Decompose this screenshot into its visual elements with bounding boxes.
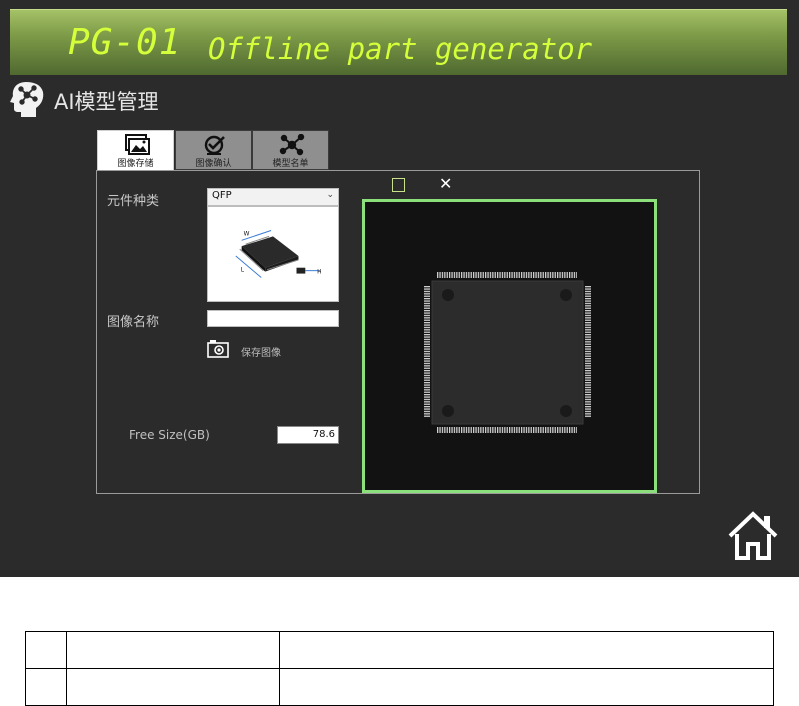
select-square-icon[interactable] [392, 178, 405, 192]
close-icon[interactable]: ✕ [439, 174, 452, 193]
app-window: PG-01 Offline part generator AI模型管理 图像存储… [0, 0, 799, 577]
table-cell [25, 631, 67, 669]
table-cell [279, 668, 774, 706]
component-preview: W L H [207, 206, 339, 302]
title-banner: PG-01 Offline part generator [10, 9, 787, 75]
component-type-select[interactable]: QFP ⌄ [207, 188, 339, 206]
section-title: AI模型管理 [54, 90, 159, 114]
image-icon [125, 134, 150, 155]
component-type-value: QFP [212, 190, 232, 201]
table-row [25, 668, 774, 706]
network-icon [279, 134, 305, 156]
free-size-label: Free Size(GB) [129, 428, 210, 442]
tab-image-storage[interactable]: 图像存储 [97, 130, 174, 171]
brain-head-icon [10, 82, 44, 117]
tab-model-list[interactable]: 模型名单 [252, 130, 329, 170]
table-cell [279, 631, 774, 669]
qfp-chip-illustration: W L H [235, 230, 321, 278]
image-name-label: 图像名称 [107, 315, 160, 330]
save-image-button[interactable]: 保存图像 [241, 344, 281, 359]
check-icon [204, 135, 225, 155]
preview-label-h: H [317, 270, 321, 276]
camera-image-view[interactable] [362, 199, 657, 493]
tab-label: 图像存储 [117, 159, 154, 169]
chevron-down-icon: ⌄ [326, 190, 334, 200]
table-cell [66, 668, 280, 706]
preview-label-w: W [244, 231, 250, 237]
component-type-label: 元件种类 [107, 194, 160, 209]
qfp-camera-image [365, 202, 654, 490]
camera-icon[interactable] [207, 339, 229, 358]
app-title: Offline part generator [208, 32, 593, 66]
image-name-input[interactable] [207, 310, 339, 327]
blank-table [25, 631, 774, 706]
tab-image-confirm[interactable]: 图像确认 [175, 130, 252, 170]
tab-label: 图像确认 [195, 159, 232, 169]
app-code: PG-01 [68, 22, 182, 63]
tab-label: 模型名单 [272, 159, 309, 169]
home-icon[interactable] [727, 510, 779, 562]
table-cell [66, 631, 280, 669]
preview-label-l: L [241, 268, 245, 274]
table-cell [25, 668, 67, 706]
free-size-value: 78.6 [277, 426, 339, 444]
table-row [25, 631, 774, 669]
image-storage-panel: 元件种类 QFP ⌄ W L H 图像名称 保存图像 Free Size(GB)… [96, 170, 700, 494]
